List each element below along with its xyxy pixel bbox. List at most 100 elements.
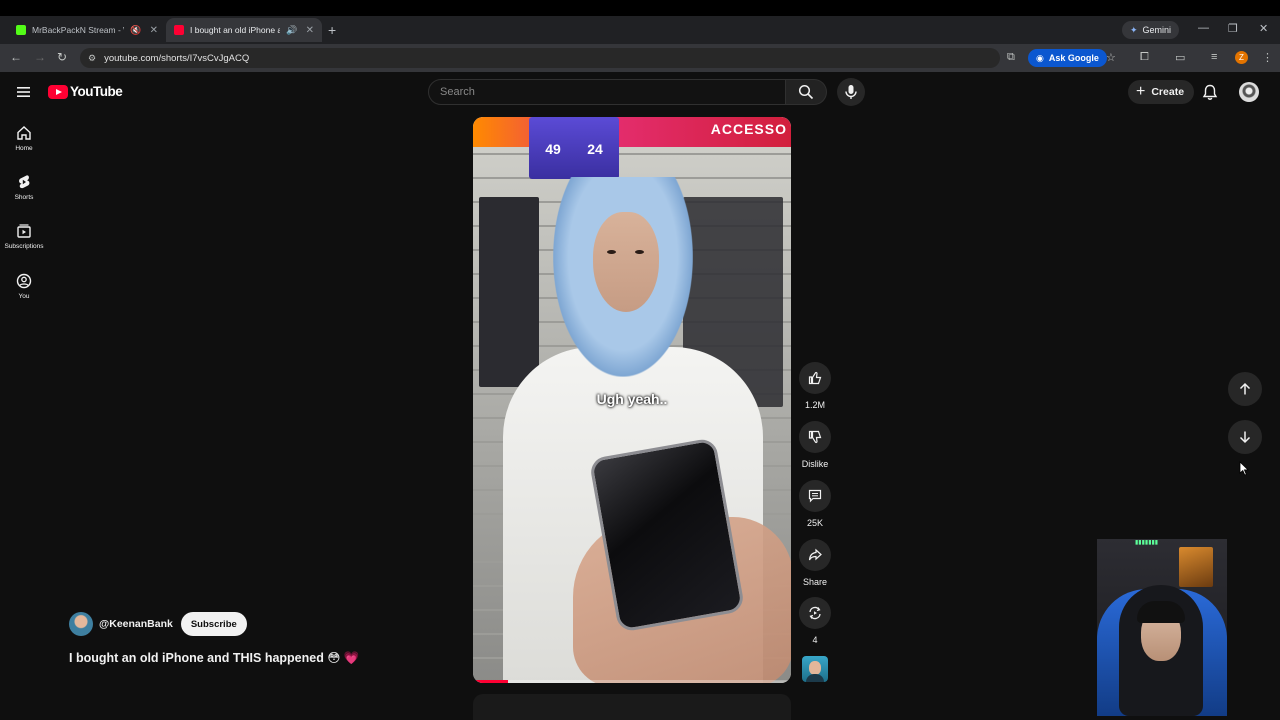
shorts-icon xyxy=(19,175,30,189)
create-button[interactable]: + Create xyxy=(1128,80,1195,104)
browser-menu-icon[interactable]: ⋮ xyxy=(1262,51,1273,64)
close-tab-icon[interactable]: ✕ xyxy=(150,25,158,36)
video-caption: Ugh yeah.. xyxy=(596,391,668,407)
speaker-icon[interactable]: 🔊 xyxy=(286,25,297,36)
gemini-button[interactable]: ✦ Gemini xyxy=(1122,21,1180,39)
previous-short-button[interactable] xyxy=(1228,372,1262,406)
media-controls-icon[interactable]: ≡ xyxy=(1211,51,1217,63)
share-circle[interactable] xyxy=(799,539,831,571)
sidebar-item-you[interactable]: You xyxy=(0,273,48,300)
store-banner-text: ACCESSO xyxy=(710,121,787,137)
hamburger-menu-icon[interactable] xyxy=(16,84,32,100)
dislike-label: Dislike xyxy=(801,459,829,469)
tab-title: I bought an old iPhone and THIS happened xyxy=(190,25,281,35)
minimize-window-icon[interactable]: — xyxy=(1198,22,1209,34)
price-poster: 24 xyxy=(571,117,619,179)
sidebar-item-label: You xyxy=(18,293,30,300)
sidebar-item-label: Home xyxy=(15,145,33,152)
short-title[interactable]: I bought an old iPhone and THIS happened… xyxy=(69,650,359,666)
sidebar-item-label: Shorts xyxy=(14,194,34,201)
close-window-icon[interactable]: ✕ xyxy=(1259,22,1268,35)
arrow-up-icon xyxy=(1239,382,1251,395)
next-short-preview xyxy=(473,694,791,720)
youtube-favicon-icon xyxy=(174,25,184,35)
split-view-icon[interactable]: ▭ xyxy=(1175,51,1185,64)
plus-icon: + xyxy=(1136,83,1146,100)
extensions-icon[interactable]: ⧠ xyxy=(1140,51,1149,64)
bookmark-star-icon[interactable]: ☆ xyxy=(1106,51,1116,64)
comment-icon xyxy=(808,489,822,503)
sidebar-item-subscriptions[interactable]: Subscriptions xyxy=(0,223,48,250)
next-short-button[interactable] xyxy=(1228,420,1262,454)
person-face xyxy=(593,212,659,312)
subscribe-button[interactable]: Subscribe xyxy=(180,612,247,636)
phone-case-rack xyxy=(479,197,539,387)
dislike-button[interactable]: Dislike xyxy=(798,421,832,469)
back-arrow-icon[interactable]: ← xyxy=(10,50,22,64)
youtube-wordmark: YouTube xyxy=(70,84,123,99)
sidebar-item-shorts[interactable]: Shorts xyxy=(0,174,48,201)
tiger-poster xyxy=(1179,547,1213,587)
home-icon xyxy=(17,126,31,140)
comments-circle[interactable] xyxy=(799,480,831,512)
like-button[interactable]: 1.2M xyxy=(798,362,832,410)
comments-button[interactable]: 25K xyxy=(798,480,832,528)
browser-tab-youtube[interactable]: I bought an old iPhone and THIS happened… xyxy=(166,18,322,42)
sidebar-item-home[interactable]: Home xyxy=(0,125,48,152)
thumbs-down-icon xyxy=(808,430,822,444)
subscriptions-icon xyxy=(17,224,31,238)
ask-google-button[interactable]: ◉ Ask Google xyxy=(1028,49,1107,67)
youtube-logo[interactable]: YouTube xyxy=(48,84,123,99)
remix-icon xyxy=(809,606,821,620)
address-bar[interactable]: ⚙ youtube.com/shorts/I7vsCvJgACQ xyxy=(80,48,1000,68)
search-placeholder: Search xyxy=(440,86,475,98)
you-icon xyxy=(16,273,32,289)
channel-avatar[interactable] xyxy=(69,612,93,636)
forward-arrow-icon[interactable]: → xyxy=(34,50,46,64)
search-input[interactable]: Search xyxy=(428,79,786,105)
gemini-icon: ✦ xyxy=(1130,24,1138,35)
notifications-bell-icon[interactable] xyxy=(1202,84,1218,101)
arrow-down-icon xyxy=(1239,431,1251,444)
tab-title: MrBackPackN Stream - Watch xyxy=(32,25,124,35)
ask-google-label: Ask Google xyxy=(1048,53,1099,63)
site-info-icon[interactable]: ⚙ xyxy=(88,53,96,64)
close-tab-icon[interactable]: ✕ xyxy=(306,25,314,36)
channel-thumbnail[interactable] xyxy=(802,656,828,682)
gemini-label: Gemini xyxy=(1142,25,1172,35)
short-video-player[interactable]: ACCESSO 49 24 Ugh yeah.. xyxy=(473,117,791,683)
like-count: 1.2M xyxy=(804,400,825,410)
streamer-webcam-overlay: ▮▮▮▮▮▮▮ xyxy=(1097,539,1227,716)
remix-button[interactable]: 4 xyxy=(798,597,832,645)
like-circle[interactable] xyxy=(799,362,831,394)
muted-speaker-icon[interactable]: 🔇 xyxy=(130,25,141,36)
url-text: youtube.com/shorts/I7vsCvJgACQ xyxy=(104,52,250,64)
voice-search-button[interactable] xyxy=(837,78,865,106)
remix-circle[interactable] xyxy=(799,597,831,629)
thumbs-up-icon xyxy=(808,371,822,385)
profile-avatar[interactable]: Z xyxy=(1235,51,1248,64)
create-label: Create xyxy=(1151,86,1185,98)
account-avatar[interactable] xyxy=(1239,82,1259,102)
share-button[interactable]: Share xyxy=(798,539,832,587)
restore-window-icon[interactable]: ❐ xyxy=(1228,22,1238,35)
share-arrow-icon xyxy=(808,548,822,561)
mouse-cursor-icon xyxy=(1239,461,1249,476)
browser-tab-kick[interactable]: MrBackPackN Stream - Watch 🔇 ✕ xyxy=(8,18,166,42)
reload-icon[interactable]: ↻ xyxy=(57,50,67,64)
price-poster: 49 xyxy=(529,117,577,179)
install-app-icon[interactable]: ⧉ xyxy=(1007,51,1015,64)
new-tab-button[interactable]: + xyxy=(328,22,336,38)
remix-count: 4 xyxy=(812,635,818,645)
screen-top-strip xyxy=(0,0,1280,16)
channel-info: @KeenanBank Subscribe xyxy=(69,612,247,636)
search-button[interactable] xyxy=(786,79,827,105)
streamer-hair xyxy=(1137,601,1185,623)
kick-favicon-icon xyxy=(16,25,26,35)
channel-handle[interactable]: @KeenanBank xyxy=(99,618,173,630)
dislike-circle[interactable] xyxy=(799,421,831,453)
sidebar-item-label: Subscriptions xyxy=(4,243,44,250)
store-banner: ACCESSO xyxy=(473,117,791,147)
microphone-icon xyxy=(845,85,857,99)
video-progress-bar[interactable] xyxy=(473,680,791,683)
